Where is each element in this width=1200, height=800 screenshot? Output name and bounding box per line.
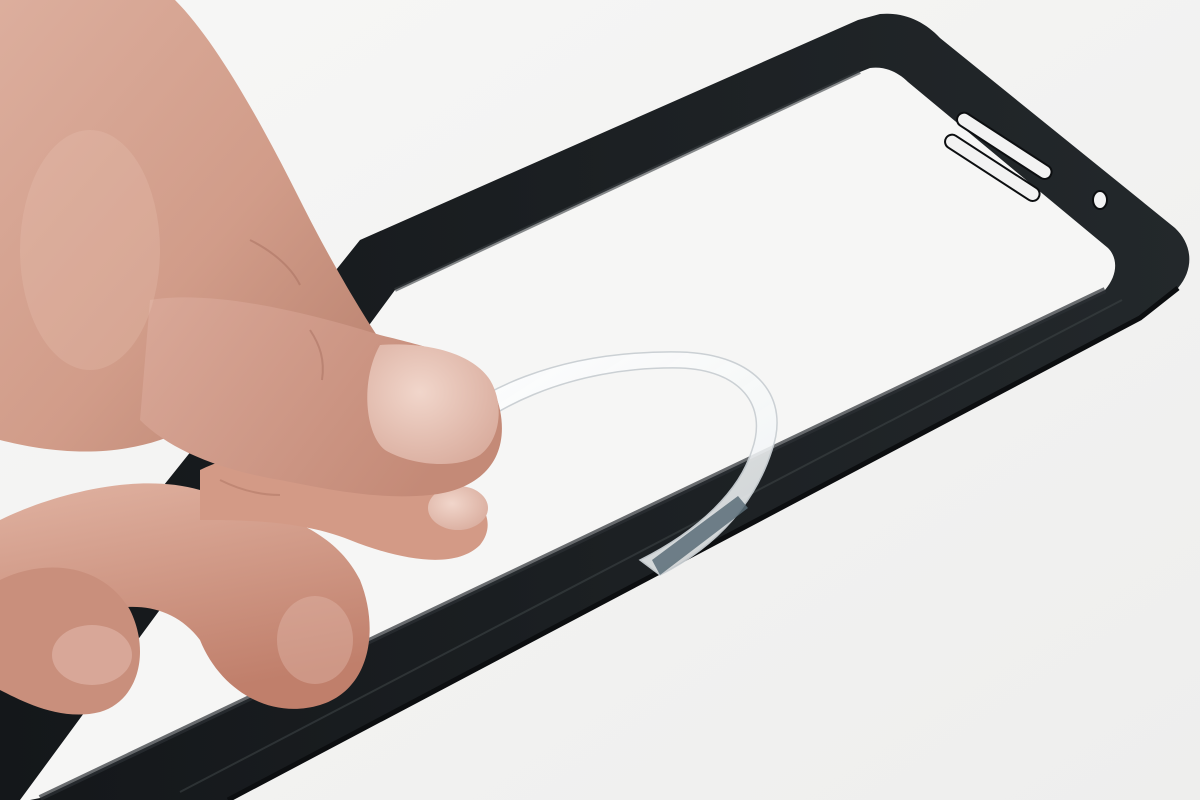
finger-ring-nail: [52, 625, 132, 685]
photo-scene: [0, 0, 1200, 800]
photo-illustration: [0, 0, 1200, 800]
finger-middle-highlight: [277, 596, 353, 684]
